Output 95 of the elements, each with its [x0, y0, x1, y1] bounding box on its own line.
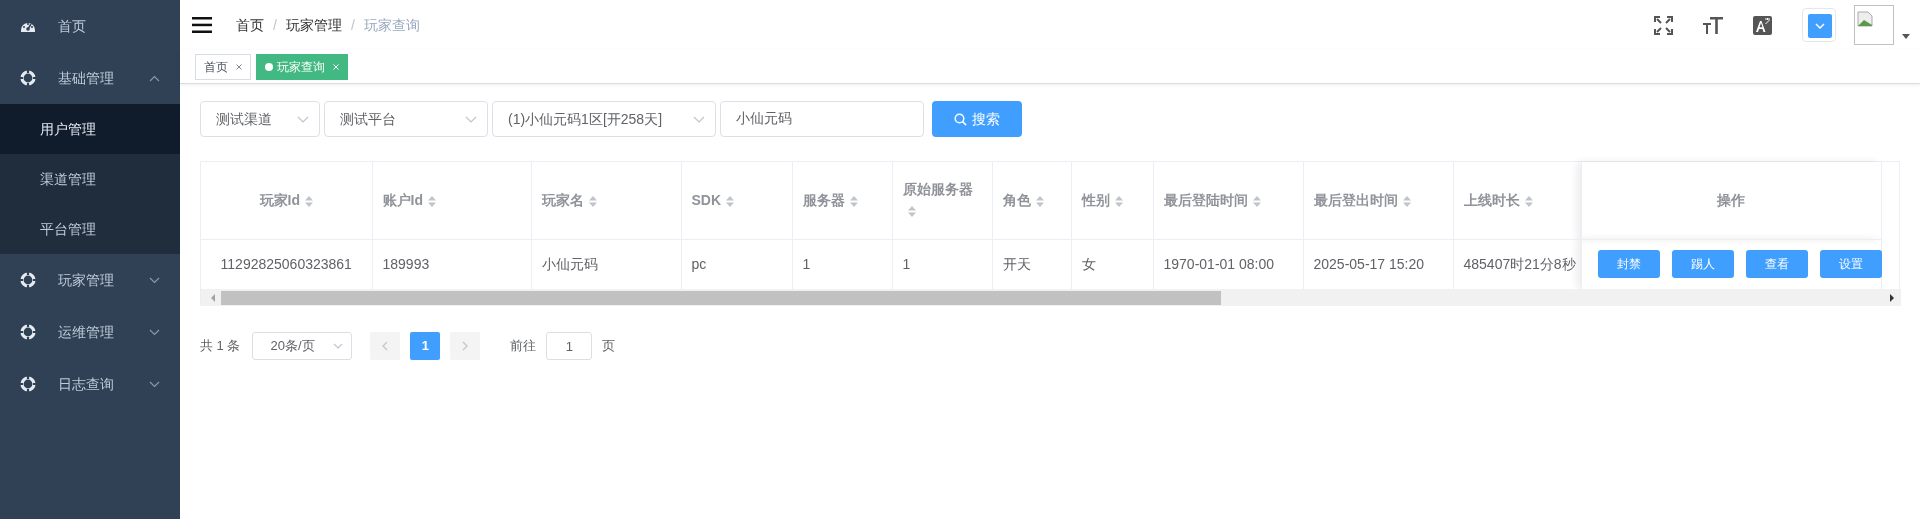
- horizontal-scrollbar[interactable]: [201, 289, 1901, 306]
- column-header[interactable]: SDK: [691, 191, 722, 208]
- menu-icon[interactable]: [192, 17, 212, 33]
- column-header[interactable]: 最后登陆时间: [1163, 191, 1248, 208]
- page-input[interactable]: 1: [546, 332, 593, 360]
- sidebar-item[interactable]: 基础管理: [0, 52, 180, 104]
- column-header[interactable]: 服务器: [802, 191, 845, 208]
- sidebar-item[interactable]: 运维管理: [0, 306, 180, 358]
- search-icon: [954, 112, 967, 126]
- fullscreen-icon[interactable]: [1654, 15, 1673, 35]
- table-cell: 1: [902, 255, 911, 272]
- page-tab[interactable]: 玩家查询: [256, 53, 348, 80]
- table-cell: 开天: [1002, 255, 1031, 272]
- sort-icon[interactable]: [588, 195, 597, 207]
- sort-icon[interactable]: [1524, 195, 1533, 207]
- table-cell: 2025-05-17 15:20: [1313, 255, 1425, 272]
- submenu-item[interactable]: 用户管理: [0, 104, 180, 154]
- column-header[interactable]: 上线时长: [1463, 191, 1520, 208]
- sidebar-item[interactable]: 玩家管理: [0, 254, 180, 306]
- sort-icon[interactable]: [1035, 195, 1044, 207]
- scrollbar-thumb[interactable]: [221, 290, 1221, 305]
- chevron-down-icon: [149, 276, 160, 284]
- lifebuoy-icon: [20, 70, 36, 86]
- table-cell: 小仙元码: [541, 255, 598, 272]
- search-button[interactable]: 搜索: [932, 101, 1022, 137]
- text-size-icon[interactable]: [1703, 16, 1723, 34]
- scroll-right-icon[interactable]: [1887, 293, 1897, 302]
- sidebar-item[interactable]: 首页: [0, 0, 180, 52]
- breadcrumb-item[interactable]: 首页: [236, 14, 264, 36]
- chevron-left-icon: [382, 341, 389, 351]
- chevron-down-icon: [333, 343, 344, 349]
- action-button[interactable]: 查看: [1745, 250, 1808, 279]
- sort-icon[interactable]: [726, 195, 735, 207]
- broken-image-icon: [1857, 11, 1873, 28]
- caret-down-icon[interactable]: [1902, 34, 1910, 39]
- column-header[interactable]: 性别: [1081, 191, 1110, 208]
- breadcrumb-separator: /: [273, 15, 277, 35]
- table-cell: 1: [802, 255, 811, 272]
- column-header[interactable]: 最后登出时间: [1313, 191, 1398, 208]
- page-suffix: 页: [602, 337, 616, 356]
- sort-icon[interactable]: [1114, 195, 1123, 207]
- page-number-button[interactable]: 1: [410, 332, 441, 360]
- page-size-select[interactable]: 20条/页: [252, 332, 353, 360]
- submenu-item[interactable]: 平台管理: [0, 204, 180, 254]
- select-field[interactable]: (1)小仙元码1区[开258天]: [492, 101, 716, 137]
- breadcrumb-item[interactable]: 玩家管理: [285, 14, 342, 36]
- action-button[interactable]: 封禁: [1597, 250, 1660, 279]
- chevron-down-icon: [465, 115, 477, 123]
- column-header[interactable]: 原始服务器: [902, 181, 973, 198]
- sort-icon[interactable]: [427, 195, 436, 207]
- chevron-right-icon: [462, 341, 469, 351]
- chevron-down-icon: [1815, 23, 1825, 29]
- select-field[interactable]: 测试平台: [324, 101, 488, 137]
- column-header[interactable]: 角色: [1002, 191, 1031, 208]
- search-input[interactable]: 小仙元码: [720, 101, 924, 137]
- previous-page-button[interactable]: [370, 332, 401, 360]
- sort-icon[interactable]: [1402, 195, 1411, 207]
- chevron-down-icon: [149, 328, 160, 336]
- translate-icon[interactable]: [1753, 15, 1772, 35]
- chevron-down-icon: [149, 380, 160, 388]
- sort-icon[interactable]: [1252, 195, 1261, 207]
- column-header[interactable]: 账户Id: [382, 191, 423, 208]
- close-icon[interactable]: [236, 63, 242, 70]
- page-tab[interactable]: 首页: [195, 53, 251, 80]
- next-page-button[interactable]: [450, 332, 481, 360]
- table-cell: 女: [1081, 255, 1096, 272]
- avatar-placeholder[interactable]: [1854, 5, 1894, 45]
- table-cell: pc: [691, 255, 707, 272]
- dropdown-button[interactable]: [1802, 8, 1836, 42]
- select-field[interactable]: 测试渠道: [200, 101, 320, 137]
- column-header: 操作: [1717, 191, 1745, 208]
- table-cell: 1970-01-01 08:00: [1163, 255, 1275, 272]
- sort-icon[interactable]: [907, 206, 916, 218]
- status-dot: [265, 62, 273, 71]
- chevron-up-icon: [149, 74, 160, 82]
- breadcrumb-item: 玩家查询: [363, 15, 420, 35]
- chevron-down-icon: [297, 115, 309, 123]
- lifebuoy-icon: [20, 376, 36, 392]
- goto-label: 前往: [510, 337, 537, 356]
- sort-icon[interactable]: [849, 195, 858, 207]
- column-header[interactable]: 玩家Id: [259, 191, 300, 208]
- lifebuoy-icon: [20, 272, 36, 288]
- table-cell: 189993: [382, 255, 430, 272]
- sort-icon[interactable]: [304, 195, 313, 207]
- lifebuoy-icon: [20, 324, 36, 340]
- submenu-item[interactable]: 渠道管理: [0, 154, 180, 204]
- table-cell: 485407时21分8秒: [1463, 255, 1576, 272]
- chevron-down-icon: [693, 115, 705, 123]
- sidebar-item[interactable]: 日志查询: [0, 358, 180, 410]
- action-button[interactable]: 设置: [1819, 250, 1882, 279]
- breadcrumb-separator: /: [350, 15, 355, 35]
- table-cell: 11292825060323861: [220, 255, 352, 272]
- column-header[interactable]: 玩家名: [541, 191, 584, 208]
- total-count: 共 1 条: [200, 337, 241, 356]
- action-button[interactable]: 踢人: [1671, 250, 1734, 279]
